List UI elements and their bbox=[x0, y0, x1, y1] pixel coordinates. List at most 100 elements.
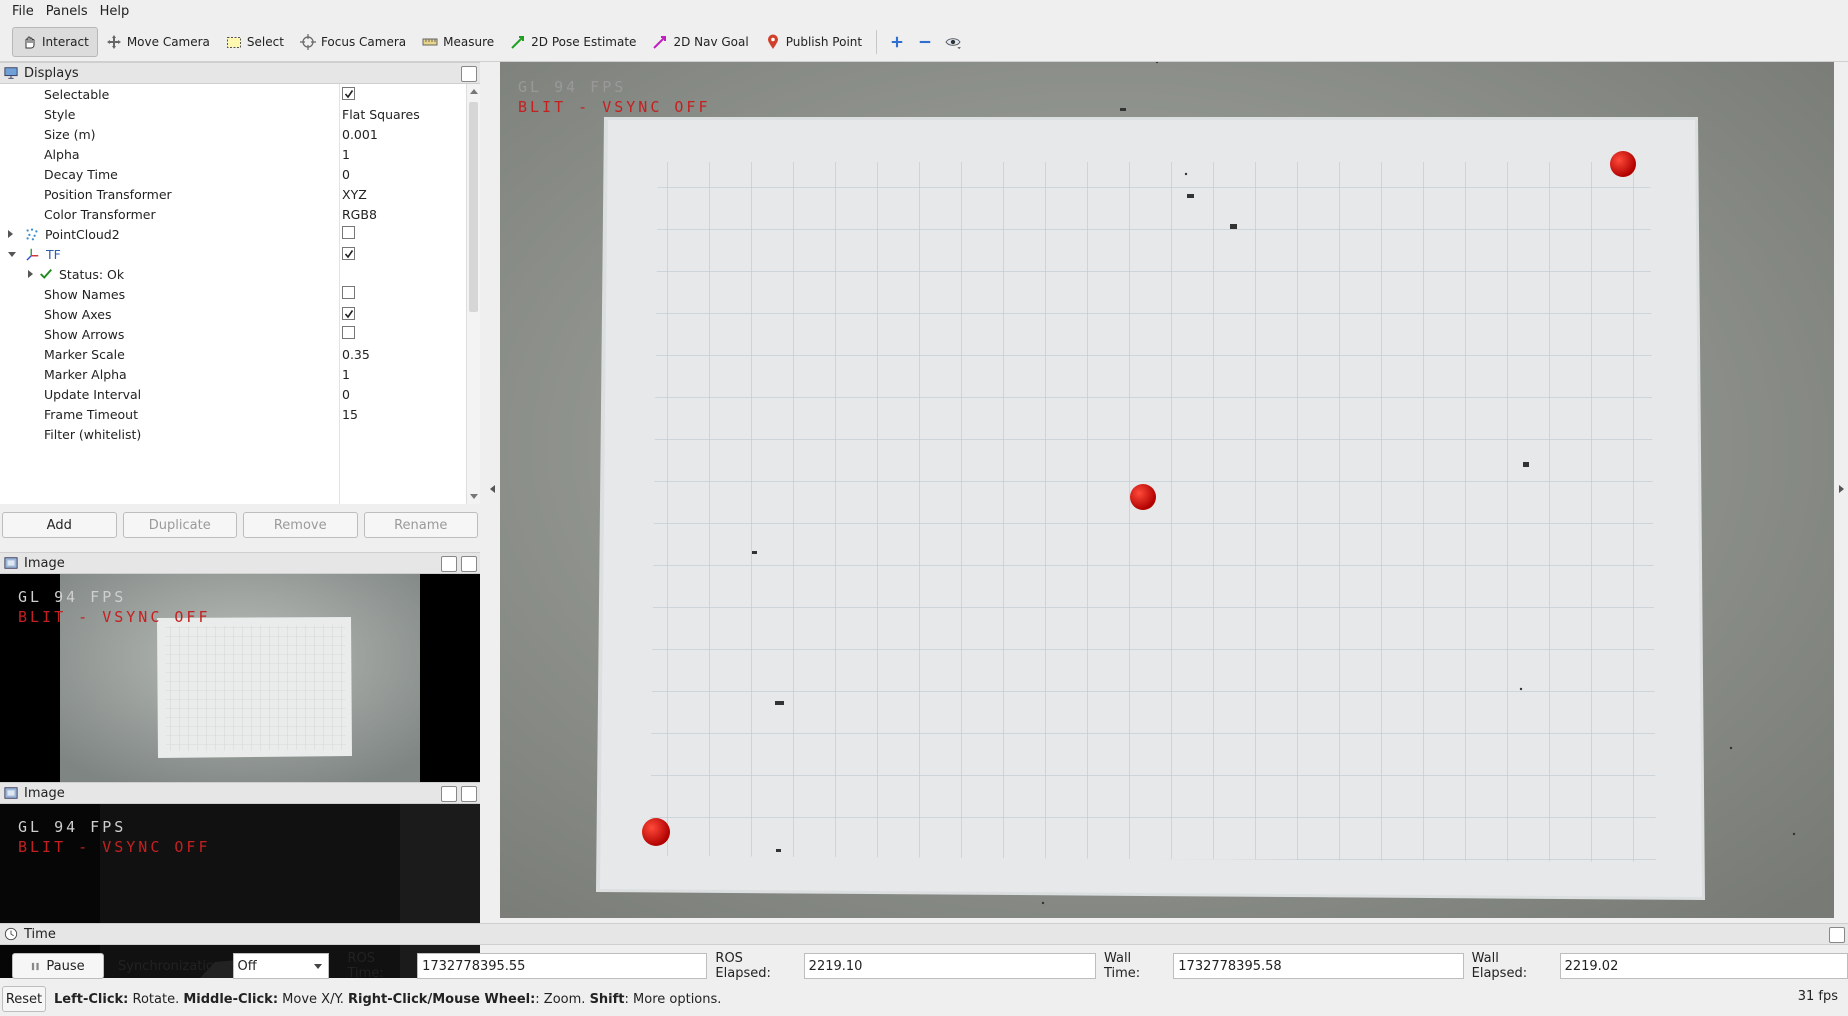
property-checkbox[interactable] bbox=[342, 286, 355, 302]
tree-row-pointcloud2[interactable]: PointCloud2 bbox=[0, 224, 466, 244]
select-button[interactable]: Select bbox=[218, 27, 292, 57]
tree-row-decay-time[interactable]: Decay Time 0 bbox=[0, 164, 466, 184]
interact-button[interactable]: Interact bbox=[12, 26, 98, 57]
collapse-left-arrow-icon[interactable] bbox=[490, 485, 495, 493]
menu-panels[interactable]: Panels bbox=[40, 4, 94, 19]
property-value[interactable]: RGB8 bbox=[342, 207, 377, 222]
close-panel-button[interactable] bbox=[461, 556, 477, 572]
scrollbar-thumb[interactable] bbox=[469, 102, 478, 312]
float-panel-button[interactable] bbox=[441, 786, 457, 802]
pose-estimate-button[interactable]: 2D Pose Estimate bbox=[502, 27, 644, 57]
property-checkbox[interactable] bbox=[342, 307, 355, 322]
property-value[interactable]: 0 bbox=[342, 167, 350, 182]
collapse-right-arrow-icon[interactable] bbox=[1839, 485, 1844, 493]
close-panel-button[interactable] bbox=[461, 786, 477, 802]
select-box-icon bbox=[226, 36, 241, 48]
image-title: Image bbox=[24, 555, 65, 571]
property-value[interactable]: 1 bbox=[342, 147, 350, 162]
tree-row-size[interactable]: Size (m) 0.001 bbox=[0, 124, 466, 144]
tree-row-color-transformer[interactable]: Color Transformer RGB8 bbox=[0, 204, 466, 224]
measure-button[interactable]: Measure bbox=[414, 27, 502, 57]
tree-row-show-arrows[interactable]: Show Arrows bbox=[0, 324, 466, 344]
pause-button[interactable]: Pause bbox=[12, 953, 104, 979]
move-camera-button[interactable]: Move Camera bbox=[98, 27, 218, 57]
reset-button[interactable]: Reset bbox=[2, 986, 46, 1012]
view-options-button[interactable] bbox=[939, 27, 967, 57]
tree-row-tf[interactable]: TF bbox=[0, 244, 466, 264]
tree-row-status[interactable]: Status: Ok bbox=[0, 264, 466, 284]
scroll-up-arrow-icon[interactable] bbox=[470, 89, 478, 94]
menu-file[interactable]: File bbox=[6, 4, 40, 19]
ros-time-label: ROS Time: bbox=[347, 951, 384, 981]
property-value[interactable]: Flat Squares bbox=[342, 107, 420, 122]
property-checkbox[interactable] bbox=[342, 326, 355, 342]
time-controls: Pause Synchronization: Off ROS Time: 173… bbox=[0, 951, 1848, 981]
focus-camera-button[interactable]: Focus Camera bbox=[292, 27, 414, 57]
rename-display-button[interactable]: Rename bbox=[363, 512, 478, 538]
tree-row-update-interval[interactable]: Update Interval 0 bbox=[0, 384, 466, 404]
nav-goal-button[interactable]: 2D Nav Goal bbox=[644, 27, 756, 57]
tree-row-position-transformer[interactable]: Position Transformer XYZ bbox=[0, 184, 466, 204]
check-mark-icon bbox=[344, 89, 353, 98]
display-enable-checkbox[interactable] bbox=[342, 226, 355, 242]
tree-row-filter-whitelist[interactable]: Filter (whitelist) bbox=[0, 424, 466, 444]
menu-help[interactable]: Help bbox=[94, 4, 136, 19]
tree-row-marker-alpha[interactable]: Marker Alpha 1 bbox=[0, 364, 466, 384]
publish-point-label: Publish Point bbox=[785, 34, 863, 49]
checkbox-checked[interactable] bbox=[342, 87, 355, 100]
help-shift: Shift bbox=[589, 991, 625, 1007]
add-tool-button[interactable] bbox=[883, 27, 911, 57]
column-divider[interactable] bbox=[339, 84, 340, 504]
displays-panel-title: Displays bbox=[0, 62, 480, 84]
remove-display-button[interactable]: Remove bbox=[243, 512, 358, 538]
time-title: Time bbox=[24, 926, 56, 942]
display-enable-checkbox[interactable] bbox=[342, 247, 355, 262]
wall-time-field[interactable]: 1732778395.58 bbox=[1173, 953, 1464, 979]
property-value[interactable]: 1 bbox=[342, 367, 350, 382]
tree-row-show-axes[interactable]: Show Axes bbox=[0, 304, 466, 324]
checkbox-unchecked[interactable] bbox=[342, 226, 355, 239]
collapse-arrow-icon[interactable] bbox=[8, 251, 16, 257]
displays-scrollbar[interactable] bbox=[466, 84, 480, 504]
publish-point-button[interactable]: Publish Point bbox=[757, 27, 870, 57]
sync-select[interactable]: Off bbox=[232, 953, 330, 979]
expand-arrow-icon[interactable] bbox=[8, 230, 13, 238]
pause-label: Pause bbox=[46, 958, 85, 974]
property-name: Filter (whitelist) bbox=[44, 426, 142, 442]
float-panel-button[interactable] bbox=[1829, 927, 1845, 943]
property-value[interactable]: 0.001 bbox=[342, 127, 378, 142]
property-value[interactable]: 0 bbox=[342, 387, 350, 402]
tree-row-alpha[interactable]: Alpha 1 bbox=[0, 144, 466, 164]
wall-elapsed-field[interactable]: 2219.02 bbox=[1559, 953, 1848, 979]
property-value[interactable]: 0.35 bbox=[342, 347, 370, 362]
scroll-down-arrow-icon[interactable] bbox=[470, 494, 478, 499]
status-help: Left-Click: Rotate. Middle-Click: Move X… bbox=[54, 992, 721, 1007]
checkbox-checked[interactable] bbox=[342, 247, 355, 260]
property-checkbox[interactable] bbox=[342, 87, 355, 102]
tree-row-show-names[interactable]: Show Names bbox=[0, 284, 466, 304]
float-panel-button[interactable] bbox=[441, 556, 457, 572]
checkbox-unchecked[interactable] bbox=[342, 286, 355, 299]
gl-fps-overlay: GL 94 FPS bbox=[18, 588, 127, 606]
tree-row-style[interactable]: Style Flat Squares bbox=[0, 104, 466, 124]
ros-elapsed-field[interactable]: 2219.10 bbox=[803, 953, 1096, 979]
camera-image-rgb[interactable]: GL 94 FPS BLIT - VSYNC OFF bbox=[0, 574, 480, 782]
tree-row-marker-scale[interactable]: Marker Scale 0.35 bbox=[0, 344, 466, 364]
render-3d-view[interactable]: GL 94 FPS BLIT - VSYNC OFF bbox=[500, 62, 1834, 918]
ros-time-field[interactable]: 1732778395.55 bbox=[417, 953, 708, 979]
tree-row-frame-timeout[interactable]: Frame Timeout 15 bbox=[0, 404, 466, 424]
measure-label: Measure bbox=[443, 34, 495, 49]
help-right-click-desc: : Zoom. bbox=[535, 991, 590, 1007]
add-display-button[interactable]: Add bbox=[2, 512, 117, 538]
property-value[interactable]: XYZ bbox=[342, 187, 367, 202]
property-name: Position Transformer bbox=[44, 186, 172, 202]
checkbox-checked[interactable] bbox=[342, 307, 355, 320]
expand-arrow-icon[interactable] bbox=[28, 270, 33, 278]
remove-tool-button[interactable] bbox=[911, 27, 939, 57]
duplicate-display-button[interactable]: Duplicate bbox=[122, 512, 237, 538]
float-panel-button[interactable] bbox=[461, 66, 477, 82]
checkbox-unchecked[interactable] bbox=[342, 326, 355, 339]
property-value[interactable]: 15 bbox=[342, 407, 358, 422]
displays-tree: Selectable Style Flat Squares Size (m) 0… bbox=[0, 84, 480, 504]
tree-row-selectable[interactable]: Selectable bbox=[0, 84, 466, 104]
